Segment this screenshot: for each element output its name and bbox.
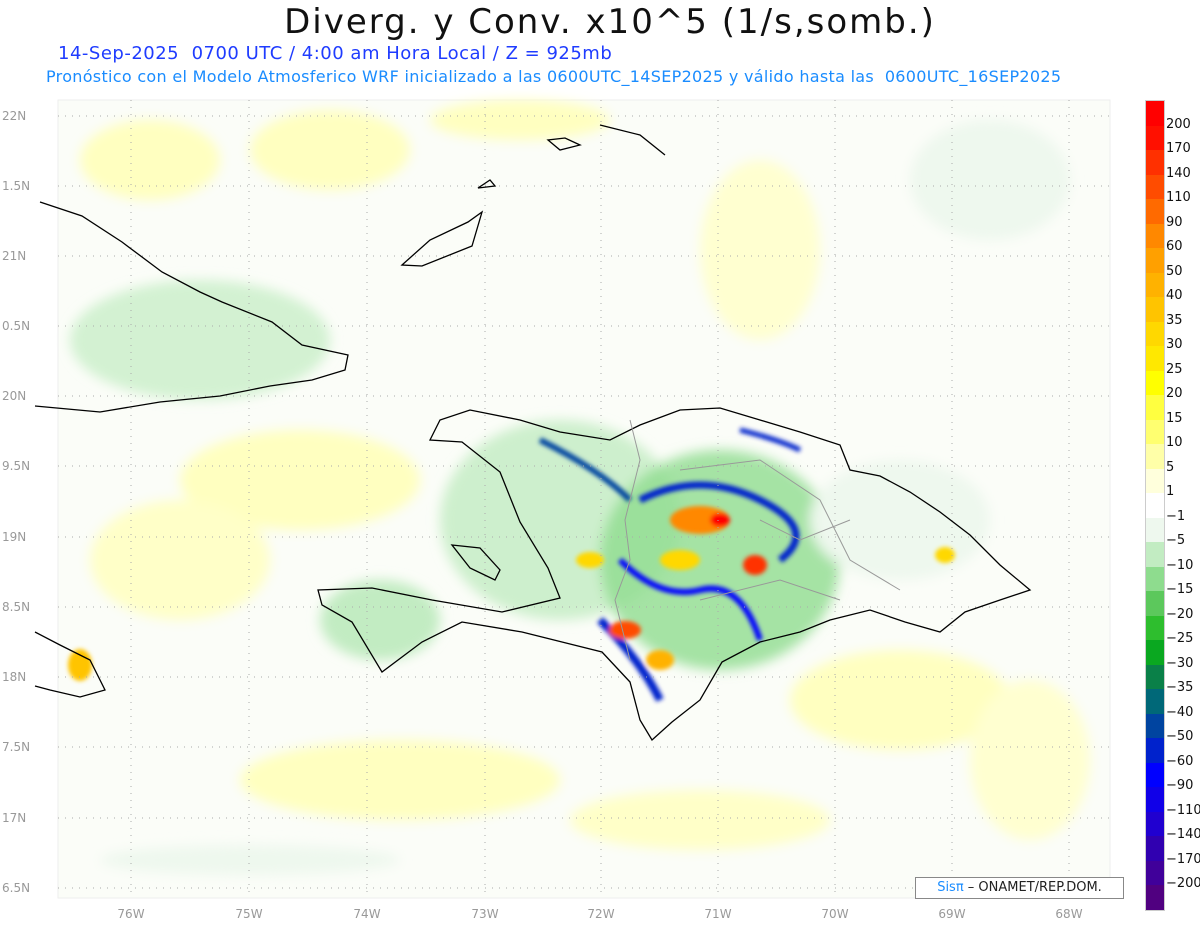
credit-box: Sisπ – ONAMET/REP.DOM.: [915, 877, 1124, 899]
colorbar-label: −35: [1166, 680, 1194, 695]
lon-label: 76W: [117, 907, 145, 921]
colorbar-label: −140: [1166, 827, 1200, 842]
colorbar-bin: [1146, 885, 1164, 910]
lat-label: 1.5N: [2, 179, 31, 193]
colorbar-bin: [1146, 493, 1164, 518]
colorbar-label: −50: [1166, 729, 1194, 744]
colorbar-label: 35: [1166, 312, 1183, 328]
colorbar-bin: [1146, 713, 1164, 738]
lat-label: 8.5N: [2, 600, 31, 614]
colorbar-label: 1: [1166, 484, 1175, 499]
colorbar-label: 200: [1166, 116, 1191, 132]
lon-label: 74W: [353, 907, 381, 921]
colorbar-bin: [1146, 836, 1164, 861]
colorbar: [1145, 100, 1165, 911]
colorbar-label: 110: [1166, 190, 1191, 205]
colorbar-label: 50: [1166, 263, 1183, 279]
colorbar-bin: [1146, 395, 1164, 420]
colorbar-bin: [1146, 248, 1164, 273]
colorbar-label: 20: [1166, 386, 1183, 401]
colorbar-bin: [1146, 346, 1164, 371]
colorbar-bin: [1146, 738, 1164, 763]
colorbar-label: 10: [1166, 435, 1183, 450]
lat-label: 0.5N: [2, 319, 31, 333]
colorbar-label: −170: [1166, 851, 1200, 867]
colorbar-label: −200: [1166, 876, 1200, 891]
colorbar-label: 140: [1166, 165, 1191, 181]
divergence-map: [34, 99, 1111, 899]
colorbar-bin: [1146, 297, 1164, 322]
colorbar-label: 30: [1166, 337, 1183, 352]
colorbar-bin: [1146, 468, 1164, 493]
colorbar-label: −5: [1166, 533, 1186, 548]
colorbar-bin: [1146, 566, 1164, 591]
colorbar-label: 15: [1166, 410, 1183, 426]
lat-label: 19N: [2, 530, 27, 544]
lon-label: 72W: [587, 907, 615, 921]
colorbar-label: 25: [1166, 361, 1183, 377]
colorbar-label: 170: [1166, 141, 1191, 156]
colorbar-bin: [1146, 591, 1164, 616]
lat-label: 17N: [2, 811, 27, 825]
lon-label: 75W: [235, 907, 263, 921]
colorbar-bin: [1146, 150, 1164, 175]
colorbar-label: 90: [1166, 214, 1183, 230]
lon-label: 73W: [471, 907, 499, 921]
sispi-logo: Sisπ: [937, 880, 964, 895]
credit-text: – ONAMET/REP.DOM.: [963, 880, 1102, 895]
lat-label: 7.5N: [2, 740, 31, 754]
colorbar-label: −1: [1166, 508, 1186, 524]
colorbar-label: 5: [1166, 459, 1175, 475]
lon-label: 69W: [938, 907, 966, 921]
lat-label: 6.5N: [2, 881, 31, 895]
colorbar-bin: [1146, 419, 1164, 444]
colorbar-bin: [1146, 370, 1164, 395]
colorbar-label: −20: [1166, 606, 1194, 622]
colorbar-bin: [1146, 664, 1164, 689]
colorbar-bin: [1146, 444, 1164, 469]
colorbar-bin: [1146, 640, 1164, 665]
colorbar-bin: [1146, 223, 1164, 248]
colorbar-label: −30: [1166, 655, 1194, 671]
colorbar-bin: [1146, 272, 1164, 297]
colorbar-label: −90: [1166, 778, 1194, 793]
colorbar-bin: [1146, 787, 1164, 812]
colorbar-bin: [1146, 321, 1164, 346]
colorbar-bin: [1146, 101, 1164, 126]
lon-label: 71W: [704, 907, 732, 921]
colorbar-bin: [1146, 762, 1164, 787]
colorbar-bin: [1146, 125, 1164, 150]
colorbar-label: −60: [1166, 753, 1194, 769]
colorbar-label: 60: [1166, 239, 1183, 254]
colorbar-bin: [1146, 199, 1164, 224]
lon-label: 68W: [1055, 907, 1083, 921]
colorbar-bin: [1146, 517, 1164, 542]
colorbar-bin: [1146, 689, 1164, 714]
colorbar-label: −110: [1166, 802, 1200, 818]
lat-label: 21N: [2, 249, 27, 263]
lat-label: 9.5N: [2, 459, 31, 473]
lon-label: 70W: [821, 907, 849, 921]
colorbar-label: −25: [1166, 631, 1194, 646]
colorbar-label: −15: [1166, 582, 1194, 597]
colorbar-label: 40: [1166, 288, 1183, 303]
colorbar-label: −40: [1166, 704, 1194, 720]
colorbar-label: −10: [1166, 557, 1194, 573]
lat-label: 22N: [2, 109, 27, 123]
lat-label: 18N: [2, 670, 27, 684]
colorbar-bin: [1146, 860, 1164, 885]
colorbar-bin: [1146, 174, 1164, 199]
colorbar-bin: [1146, 811, 1164, 836]
lat-label: 20N: [2, 389, 27, 403]
colorbar-bin: [1146, 615, 1164, 640]
colorbar-bin: [1146, 542, 1164, 567]
